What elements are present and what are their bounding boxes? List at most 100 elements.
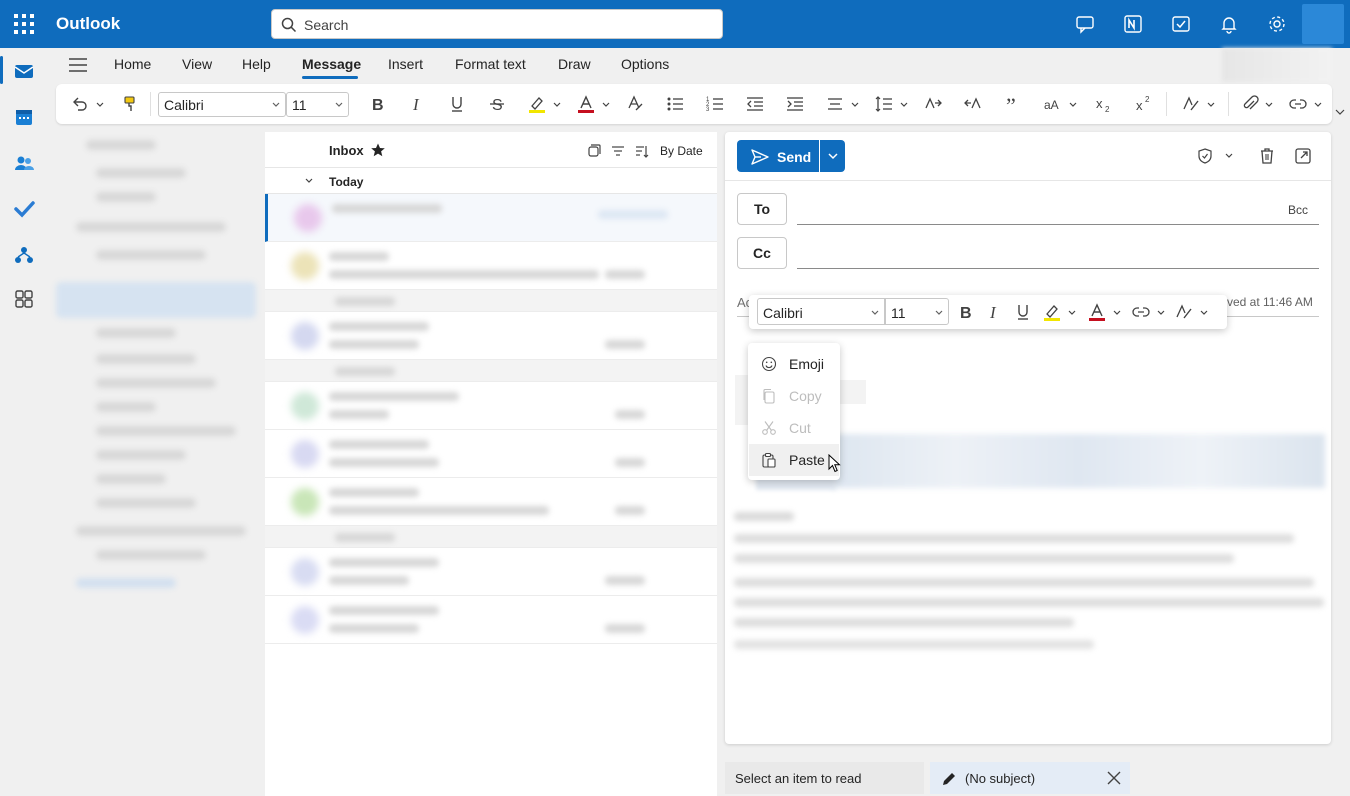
star-icon[interactable]	[370, 142, 386, 158]
delete-trash-icon[interactable]	[1257, 146, 1277, 166]
link-icon[interactable]	[1131, 302, 1151, 322]
tab-message[interactable]: Message	[302, 56, 361, 72]
bold-icon[interactable]: B	[367, 94, 387, 114]
send-options-button[interactable]	[820, 140, 845, 172]
sort-by-date[interactable]: By Date	[660, 144, 703, 158]
chevron-down-icon[interactable]	[303, 175, 315, 187]
ribbon-expand-chevron-icon[interactable]	[1334, 104, 1346, 120]
editor-chevron-down-icon[interactable]	[1198, 302, 1210, 322]
undo-chevron-down-icon[interactable]	[94, 94, 106, 114]
highlight-chevron-down-icon[interactable]	[1066, 302, 1078, 322]
menu-item-paste[interactable]: Paste	[749, 444, 839, 476]
search-box[interactable]: Search	[271, 9, 723, 39]
shield-icon[interactable]	[1196, 147, 1214, 165]
table-row[interactable]	[265, 382, 717, 430]
send-button[interactable]: Send	[737, 140, 819, 172]
font-name-select[interactable]: Calibri	[158, 92, 286, 117]
rail-calendar[interactable]	[0, 96, 48, 136]
line-spacing-icon[interactable]	[874, 94, 894, 114]
change-case-chevron-down-icon[interactable]	[1067, 94, 1079, 114]
rail-mail[interactable]	[0, 50, 48, 90]
increase-indent-icon[interactable]	[785, 94, 805, 114]
tab-options[interactable]: Options	[621, 56, 669, 72]
my-day-icon[interactable]	[1171, 14, 1191, 34]
table-row[interactable]	[265, 242, 717, 290]
rail-people[interactable]	[0, 142, 48, 182]
float-font-name-select[interactable]: Calibri	[757, 298, 885, 325]
select-mode-icon[interactable]	[586, 143, 602, 159]
tab-home[interactable]: Home	[114, 56, 151, 72]
underline-icon[interactable]	[1013, 302, 1033, 322]
table-row[interactable]	[265, 526, 717, 548]
font-color-icon[interactable]	[1087, 302, 1107, 322]
format-painter-icon[interactable]	[120, 94, 140, 114]
attach-chevron-down-icon[interactable]	[1263, 94, 1275, 114]
menu-item-cut[interactable]: Cut	[749, 412, 839, 444]
draft-tab[interactable]: (No subject)	[930, 762, 1130, 794]
to-field[interactable]	[797, 196, 1277, 222]
hamburger-menu-icon[interactable]	[66, 54, 90, 76]
numbering-icon[interactable]: 123	[705, 94, 725, 114]
table-row[interactable]	[265, 360, 717, 382]
filter-icon[interactable]	[610, 143, 626, 159]
table-row[interactable]	[265, 430, 717, 478]
message-body-blurred[interactable]	[730, 506, 1328, 656]
tab-help[interactable]: Help	[242, 56, 271, 72]
link-chevron-down-icon[interactable]	[1312, 94, 1324, 114]
quote-icon[interactable]: ”	[1003, 94, 1023, 114]
tab-format-text[interactable]: Format text	[455, 56, 526, 72]
table-row[interactable]	[265, 290, 717, 312]
strikethrough-icon[interactable]: S	[487, 94, 507, 114]
bold-icon[interactable]: B	[955, 302, 975, 322]
tab-view[interactable]: View	[182, 56, 212, 72]
align-chevron-down-icon[interactable]	[849, 94, 861, 114]
float-font-size-select[interactable]: 11	[885, 298, 949, 325]
menu-item-emoji[interactable]: Emoji	[749, 348, 839, 380]
pop-out-icon[interactable]	[1293, 146, 1313, 166]
link-icon[interactable]	[1288, 94, 1308, 114]
search-input[interactable]: Search	[304, 17, 348, 33]
clear-formatting-icon[interactable]	[625, 94, 645, 114]
highlight-chevron-down-icon[interactable]	[551, 94, 563, 114]
table-row[interactable]	[265, 548, 717, 596]
superscript-icon[interactable]: x2	[1134, 94, 1154, 114]
align-icon[interactable]	[825, 94, 845, 114]
attach-icon[interactable]	[1240, 94, 1260, 114]
rail-org[interactable]	[0, 234, 48, 274]
table-row[interactable]	[265, 478, 717, 526]
app-launcher-icon[interactable]	[12, 12, 36, 36]
undo-icon[interactable]	[70, 94, 90, 114]
italic-icon[interactable]: I	[984, 302, 1004, 322]
change-case-icon[interactable]: aA	[1043, 94, 1063, 114]
tab-draw[interactable]: Draw	[558, 56, 591, 72]
font-color-icon[interactable]	[576, 94, 596, 114]
editor-icon[interactable]	[1174, 302, 1194, 322]
table-row[interactable]	[265, 596, 717, 644]
cc-button[interactable]: Cc	[737, 237, 787, 269]
rail-more-apps[interactable]	[0, 278, 48, 318]
italic-icon[interactable]: I	[407, 94, 427, 114]
app-title[interactable]: Outlook	[56, 14, 120, 34]
decrease-indent-icon[interactable]	[745, 94, 765, 114]
table-row[interactable]	[265, 312, 717, 360]
account-avatar[interactable]	[1302, 4, 1344, 44]
rail-todo[interactable]	[0, 188, 48, 228]
font-color-chevron-down-icon[interactable]	[600, 94, 612, 114]
to-button[interactable]: To	[737, 193, 787, 225]
line-spacing-chevron-down-icon[interactable]	[898, 94, 910, 114]
sort-icon[interactable]	[634, 143, 650, 159]
cc-field[interactable]	[797, 240, 1319, 266]
onenote-icon[interactable]	[1123, 14, 1143, 34]
font-size-select[interactable]: 11	[286, 92, 349, 117]
rtl-text-icon[interactable]	[963, 94, 983, 114]
subscript-icon[interactable]: x2	[1094, 94, 1114, 114]
link-chevron-down-icon[interactable]	[1155, 302, 1167, 322]
bcc-link[interactable]: Bcc	[1288, 203, 1308, 217]
highlight-icon[interactable]	[527, 94, 547, 114]
reading-pane-tab[interactable]: Select an item to read	[725, 762, 924, 794]
tab-insert[interactable]: Insert	[388, 56, 423, 72]
editor-icon[interactable]	[1181, 94, 1201, 114]
editor-chevron-down-icon[interactable]	[1205, 94, 1217, 114]
teams-chat-icon[interactable]	[1075, 14, 1095, 34]
menu-item-copy[interactable]: Copy	[749, 380, 839, 412]
